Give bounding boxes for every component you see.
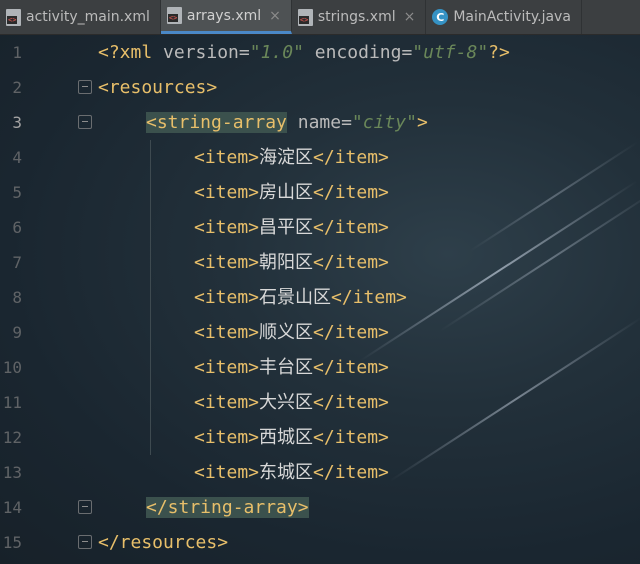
tab-label: arrays.xml	[186, 7, 262, 24]
xml-file-icon	[6, 8, 21, 26]
code-line-14: </string-array>	[146, 490, 309, 525]
string-array-close-tag: </string-array>	[146, 497, 309, 518]
tab-strings-xml[interactable]: strings.xml ×	[292, 0, 427, 34]
fold-end-resources-icon[interactable]	[78, 535, 92, 549]
code-line-3: <string-array name="city">	[146, 112, 428, 133]
tab-activity-main-xml[interactable]: activity_main.xml	[0, 0, 161, 34]
code-editor[interactable]: <?xml version="1.0" encoding="utf-8"?> <…	[0, 35, 640, 553]
java-class-icon: C	[432, 9, 449, 25]
code-line-item: <item>朝阳区</item>	[194, 252, 389, 273]
tab-label: strings.xml	[317, 9, 396, 25]
fold-end-string-array-icon[interactable]	[78, 500, 92, 514]
tab-label: activity_main.xml	[26, 9, 150, 25]
code-line-item: <item>丰台区</item>	[194, 357, 389, 378]
code-line-1: <?xml version="1.0" encoding="utf-8"?>	[98, 42, 510, 63]
code-line-item: <item>大兴区</item>	[194, 392, 389, 413]
editor-tab-bar: activity_main.xml arrays.xml × strings.x…	[0, 0, 640, 35]
line-number: 14	[2, 498, 22, 517]
tab-label: MainActivity.java	[453, 9, 571, 25]
tab-arrays-xml[interactable]: arrays.xml ×	[160, 0, 292, 34]
xml-file-icon	[297, 8, 313, 26]
line-number: 15	[2, 533, 22, 552]
close-icon[interactable]: ×	[269, 8, 281, 24]
tab-main-activity-java[interactable]: C MainActivity.java	[426, 0, 582, 34]
xml-file-icon	[166, 7, 182, 24]
code-line-15: </resources>	[98, 532, 229, 553]
code-line-item: <item>海淀区</item>	[194, 147, 389, 168]
code-line-item: <item>西城区</item>	[194, 427, 389, 448]
string-array-open-tag: <string-array	[146, 112, 287, 133]
code-line-2: <resources>	[98, 77, 218, 98]
code-line-item: <item>房山区</item>	[194, 182, 389, 203]
code-line-item: <item>昌平区</item>	[194, 217, 389, 238]
code-line-item: <item>石景山区</item>	[194, 287, 407, 308]
close-icon[interactable]: ×	[404, 9, 416, 25]
code-line-item: <item>顺义区</item>	[194, 322, 389, 343]
code-line-item: <item>东城区</item>	[194, 462, 389, 483]
